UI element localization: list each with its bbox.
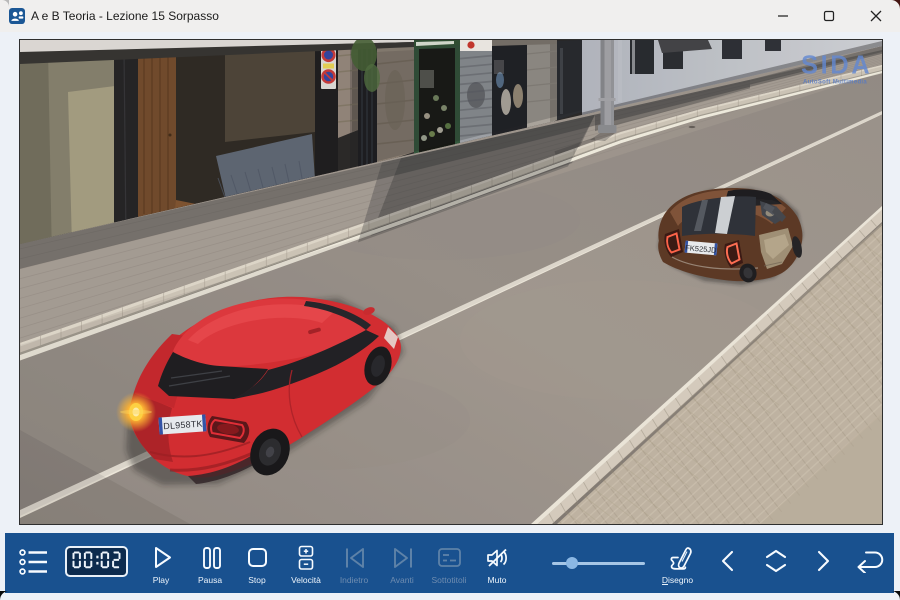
svg-text:SIDA: SIDA — [801, 52, 872, 80]
svg-text:AutoSoft Multimedia: AutoSoft Multimedia — [803, 80, 867, 86]
